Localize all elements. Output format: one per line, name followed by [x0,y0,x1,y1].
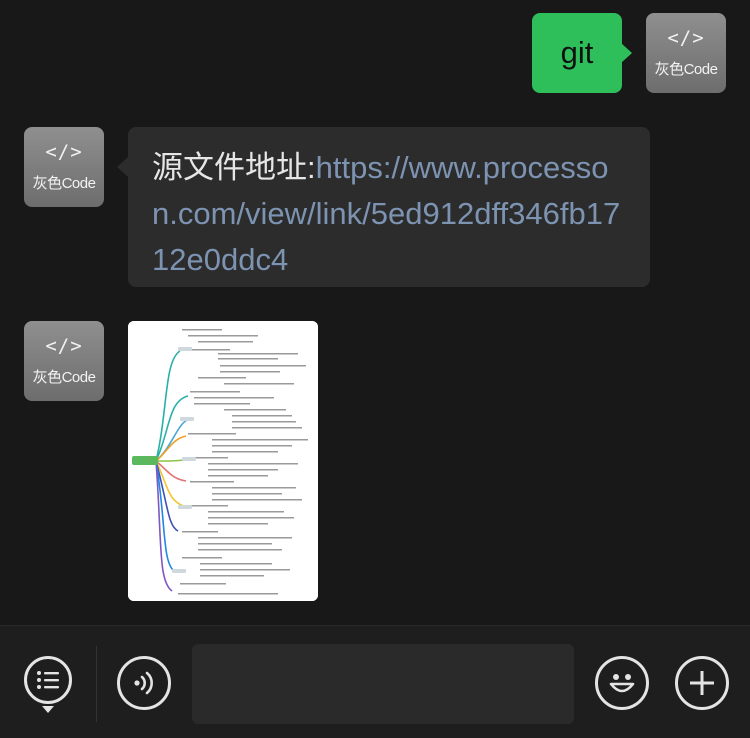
avatar-brand: 灰色Code [32,175,96,192]
menu-button[interactable] [24,656,72,704]
code-icon: </> [667,27,705,49]
message-input[interactable] [192,644,574,724]
mindmap-thumbnail [128,321,318,601]
self-avatar[interactable]: </> 灰色Code [646,13,726,93]
link-message-bubble[interactable]: 源文件地址:https://www.processon.com/view/lin… [117,127,650,287]
avatar-brand: 灰色Code [32,369,96,386]
avatar-brand: 灰色Code [654,61,718,78]
emoji-button[interactable] [595,656,649,710]
list-icon [37,671,59,689]
divider [96,646,97,722]
voice-icon [134,671,153,695]
contact-avatar[interactable]: </> 灰色Code [24,321,104,401]
link-message-prefix: 源文件地址: [152,150,316,185]
self-message-bubble[interactable]: git [532,13,632,93]
mindmap-image-message[interactable] [128,321,318,601]
contact-avatar[interactable]: </> 灰色Code [24,127,104,207]
smiley-icon [609,674,635,693]
self-message-text: git [560,35,594,70]
more-button[interactable] [675,656,729,710]
code-icon: </> [45,141,83,163]
code-icon: </> [45,335,83,357]
plus-icon [690,671,714,695]
chevron-down-icon [42,706,54,713]
chat-input-bar [0,625,750,738]
voice-button[interactable] [117,656,171,710]
